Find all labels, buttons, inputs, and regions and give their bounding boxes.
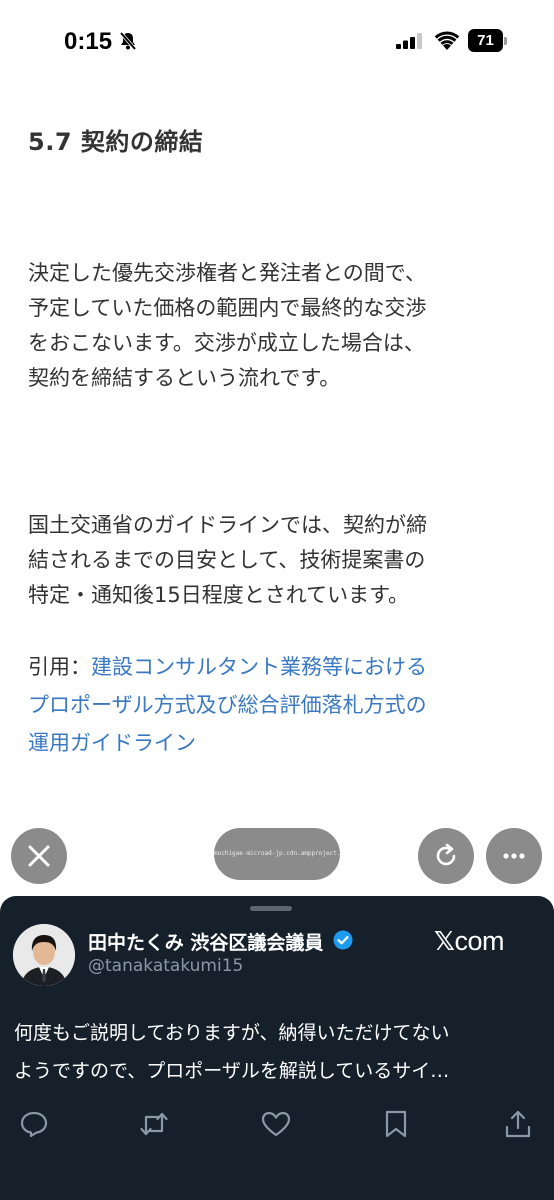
sheet-grabber[interactable] [250, 906, 292, 911]
retweet-icon [140, 1112, 168, 1136]
citation-link[interactable]: 運用ガイドライン [28, 724, 528, 762]
paragraph-line: 結されるまでの目安として、技術提案書の [28, 548, 426, 572]
x-logo-icon: 𝕏 [434, 927, 455, 957]
close-button[interactable] [11, 828, 67, 884]
more-button[interactable] [486, 828, 542, 884]
reply-icon [20, 1111, 48, 1138]
wifi-icon [434, 31, 460, 50]
bell-slash-icon [119, 31, 137, 51]
tweet-text-line: ようですので、プロポーザルを解説しているサイ… [14, 1060, 450, 1082]
avatar-portrait-icon [13, 924, 75, 986]
more-icon [503, 853, 525, 859]
paragraph-line: をおこないます。交渉が成立した場合は、 [28, 331, 425, 355]
section-heading: 5.7 契約の締結 [28, 128, 204, 156]
paragraph-line: 特定・通知後15日程度とされています。 [28, 583, 409, 607]
paragraph-line: 国土交通省のガイドラインでは、契約が締 [28, 513, 427, 537]
cellular-signal-icon [396, 33, 422, 49]
battery-level: 71 [468, 29, 503, 52]
battery-cap [504, 37, 507, 45]
source-domain: com [454, 926, 504, 956]
battery-indicator: 71 [468, 29, 508, 52]
verified-badge-icon [333, 930, 353, 950]
paragraph-guideline: 国土交通省のガイドラインでは、契約が締 結されるまでの目安として、技術提案書の … [28, 508, 528, 613]
retweet-button[interactable] [138, 1108, 170, 1140]
tweet-text[interactable]: 何度もご説明しておりますが、納得いただけてない ようですので、プロポーザルを解説… [14, 1014, 530, 1090]
tweet-actions [0, 1108, 554, 1148]
bookmark-button[interactable] [380, 1108, 412, 1140]
status-time: 0:15 [64, 28, 113, 55]
heart-icon [261, 1111, 291, 1137]
bookmark-icon [385, 1110, 407, 1138]
paragraph-line: 決定した優先交渉権者と発注者との間で、 [28, 261, 426, 285]
display-name[interactable]: 田中たくみ 渋谷区議会議員 [88, 928, 323, 955]
reload-icon [436, 843, 456, 866]
paragraph-contract-flow: 決定した優先交渉権者と発注者との間で、 予定していた価格の範囲内で最終的な交渉 … [28, 256, 528, 396]
reload-button[interactable] [418, 828, 474, 884]
tweet-card[interactable]: 田中たくみ 渋谷区議会議員 @tanakatakumi15 𝕏com 何度もご説… [0, 896, 554, 1200]
citation-link[interactable]: 建設コンサルタント業務等における [91, 655, 427, 679]
x-com-link[interactable]: 𝕏com [434, 926, 504, 957]
url-pill[interactable]: mochigae-microad-jp.cdn.ampproject.org [214, 828, 340, 880]
status-bar: 0:15 71 [0, 0, 554, 84]
citation-prefix: 引用： [28, 655, 91, 679]
close-icon [28, 845, 50, 867]
tweet-text-line: 何度もご説明しておりますが、納得いただけてない [14, 1022, 450, 1044]
citation-link[interactable]: プロポーザル方式及び総合評価落札方式の [28, 686, 528, 724]
paragraph-line: 契約を締結するという流れです。 [28, 366, 341, 390]
like-button[interactable] [260, 1108, 292, 1140]
avatar[interactable] [13, 924, 75, 986]
citation: 引用：建設コンサルタント業務等における プロポーザル方式及び総合評価落札方式の … [28, 648, 528, 762]
share-button[interactable] [502, 1108, 534, 1140]
reply-button[interactable] [18, 1108, 50, 1140]
paragraph-line: 予定していた価格の範囲内で最終的な交渉 [28, 296, 427, 320]
user-handle[interactable]: @tanakatakumi15 [88, 956, 243, 976]
share-icon [505, 1110, 531, 1138]
article-content: 5.7 契約の締結 決定した優先交渉権者と発注者との間で、 予定していた価格の範… [0, 90, 554, 810]
